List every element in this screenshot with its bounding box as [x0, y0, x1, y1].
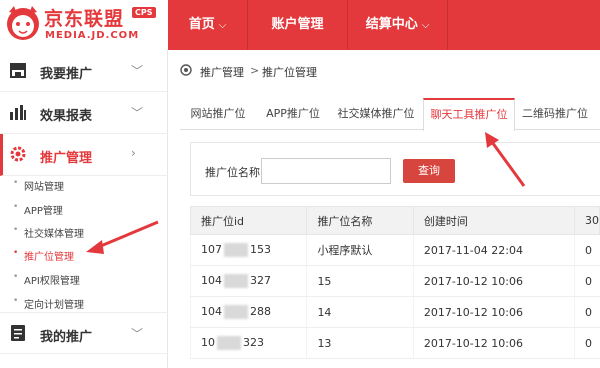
cell-30: 0 — [573, 234, 600, 266]
tab-social[interactable]: 社交媒体推广位 — [332, 98, 420, 130]
redaction-mask — [224, 243, 248, 257]
logo-text: 京东联盟 — [44, 8, 125, 30]
breadcrumb-item[interactable]: 推广管理 — [200, 64, 244, 80]
sub-item-position[interactable]: 推广位管理 — [13, 248, 74, 263]
cell-30: 0 — [573, 265, 600, 297]
nav-home-label: 首页 — [188, 17, 215, 32]
table-row[interactable]: 10 323 13 2017-10-12 10:06 0 — [189, 327, 600, 359]
sidebar-item-label: 我的推广 — [40, 330, 93, 345]
cps-badge: CPS — [132, 7, 156, 18]
col-header-name: 推广位名称 — [306, 206, 414, 235]
redaction-mask — [224, 305, 248, 319]
nav-settlement-label: 结算中心 — [365, 17, 418, 32]
table-header-row: 推广位id 推广位名称 创建时间 30 — [189, 206, 600, 235]
sub-item-api[interactable]: API权限管理 — [13, 272, 80, 287]
cell-name: 13 — [306, 327, 414, 359]
table-row[interactable]: 104 288 14 2017-10-12 10:06 0 — [189, 296, 600, 328]
sub-item-social[interactable]: 社交媒体管理 — [13, 225, 84, 240]
search-label: 推广位名称 — [205, 166, 260, 179]
search-input[interactable] — [261, 158, 391, 184]
search-button[interactable]: 查询 — [403, 159, 455, 183]
nav-account-label: 账户管理 — [271, 17, 324, 32]
cell-30: 0 — [573, 327, 600, 359]
col-header-created: 创建时间 — [412, 206, 575, 235]
nav-settlement[interactable]: 结算中心 ⌵ — [348, 0, 448, 50]
sidebar-item-label: 效果报表 — [40, 109, 93, 124]
table-row[interactable]: 107 153 小程序默认 2017-11-04 22:04 0 — [189, 234, 600, 266]
redaction-mask — [224, 274, 248, 288]
nav-home[interactable]: 首页 ⌵ — [168, 0, 248, 50]
tab-qrcode[interactable]: 二维码推广位 — [520, 98, 590, 130]
sidebar-item-my-promotion[interactable]: 我的推广 ﹀ — [0, 312, 168, 354]
sidebar-item-manage[interactable]: 推广管理 › — [0, 134, 168, 176]
document-icon — [11, 325, 25, 341]
sidebar: 我要推广 ﹀ 效果报表 ﹀ 推广管理 › 网站管理 APP管理 社交媒体管理 推… — [0, 50, 168, 368]
tab-bar: 网站推广位 APP推广位 社交媒体推广位 聊天工具推广位 二维码推广位 — [180, 98, 600, 131]
cell-created: 2017-10-12 10:06 — [412, 327, 575, 359]
tab-website[interactable]: 网站推广位 — [180, 98, 256, 130]
table-row[interactable]: 104 327 15 2017-10-12 10:06 0 — [189, 265, 600, 297]
logo[interactable]: 京东联盟 CPS MEDIA.JD.COM — [0, 0, 168, 50]
cell-name: 14 — [306, 296, 414, 328]
cell-id: 104 327 — [189, 265, 307, 297]
cell-name: 15 — [306, 265, 414, 297]
tab-chat-tool[interactable]: 聊天工具推广位 — [423, 98, 515, 131]
cell-id: 107 153 — [189, 234, 307, 266]
sidebar-item-label: 我要推广 — [40, 67, 93, 82]
tab-app[interactable]: APP推广位 — [258, 98, 328, 130]
sidebar-item-label: 推广管理 — [40, 151, 93, 166]
cell-id: 104 288 — [189, 296, 307, 328]
col-header-30: 30 — [573, 206, 600, 235]
nav-account[interactable]: 账户管理 — [248, 0, 348, 50]
breadcrumb-item: 推广位管理 — [262, 66, 317, 79]
cell-id: 10 323 — [189, 327, 307, 359]
cell-30: 0 — [573, 296, 600, 328]
chevron-down-icon: ﹀ — [131, 64, 144, 78]
sub-item-site[interactable]: 网站管理 — [13, 178, 64, 193]
sub-item-app[interactable]: APP管理 — [13, 202, 63, 217]
jd-dog-logo-icon — [7, 6, 39, 40]
chevron-down-icon: ﹀ — [131, 327, 144, 341]
logo-domain: MEDIA.JD.COM — [45, 30, 140, 41]
gear-icon — [10, 146, 26, 162]
chevron-down-icon: ⌵ — [421, 20, 430, 31]
position-table: 推广位id 推广位名称 创建时间 30 107 153 小程序默认 2017-11… — [189, 206, 600, 359]
chevron-down-icon: ⌵ — [218, 20, 227, 31]
bar-chart-icon — [10, 105, 26, 120]
store-icon — [10, 63, 26, 78]
col-header-id: 推广位id — [189, 206, 308, 235]
sidebar-item-reports[interactable]: 效果报表 ﹀ — [0, 92, 168, 134]
cell-name: 小程序默认 — [306, 234, 414, 266]
chevron-right-icon: › — [131, 146, 136, 160]
cell-created: 2017-10-12 10:06 — [412, 296, 575, 328]
sub-item-targeted[interactable]: 定向计划管理 — [13, 296, 84, 311]
cell-created: 2017-11-04 22:04 — [412, 234, 575, 266]
top-navbar: 京东联盟 CPS MEDIA.JD.COM 首页 ⌵ 账户管理 结算中心 ⌵ — [0, 0, 600, 50]
sidebar-item-promote[interactable]: 我要推广 ﹀ — [0, 50, 168, 92]
chevron-down-icon: ﹀ — [131, 106, 144, 120]
cell-created: 2017-10-12 10:06 — [412, 265, 575, 297]
search-panel: 推广位名称 查询 — [190, 142, 600, 196]
location-icon — [180, 64, 192, 76]
redaction-mask — [217, 336, 241, 350]
breadcrumb-separator: > — [250, 64, 260, 77]
